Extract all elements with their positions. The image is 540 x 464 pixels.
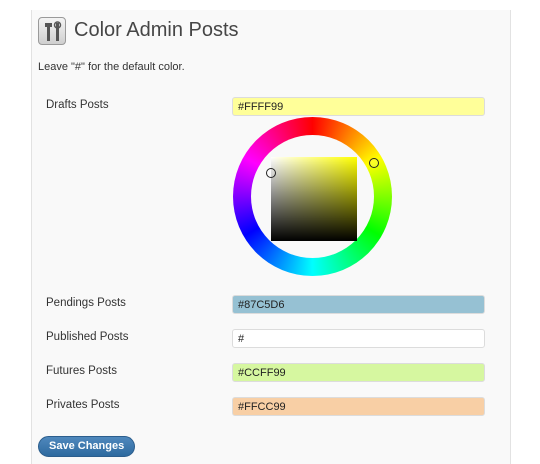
privates-posts-label: Privates Posts [46, 399, 120, 411]
saturation-marker[interactable] [266, 168, 276, 178]
hue-marker[interactable] [369, 158, 379, 168]
futures-posts-label: Futures Posts [46, 365, 117, 377]
pendings-posts-field[interactable] [232, 295, 485, 314]
color-picker[interactable] [233, 117, 392, 276]
saturation-value-square[interactable] [271, 157, 357, 241]
default-color-note: Leave "#" for the default color. [38, 61, 185, 73]
tools-icon [38, 17, 66, 45]
save-changes-button[interactable]: Save Changes [38, 436, 136, 457]
published-posts-field[interactable] [232, 329, 485, 348]
privates-posts-field[interactable] [232, 397, 485, 416]
drafts-posts-field[interactable] [232, 97, 485, 116]
drafts-posts-label: Drafts Posts [46, 99, 109, 111]
published-posts-label: Published Posts [46, 331, 129, 343]
page-title: Color Admin Posts [74, 19, 239, 41]
futures-posts-field[interactable] [232, 363, 485, 382]
pendings-posts-label: Pendings Posts [46, 297, 126, 309]
